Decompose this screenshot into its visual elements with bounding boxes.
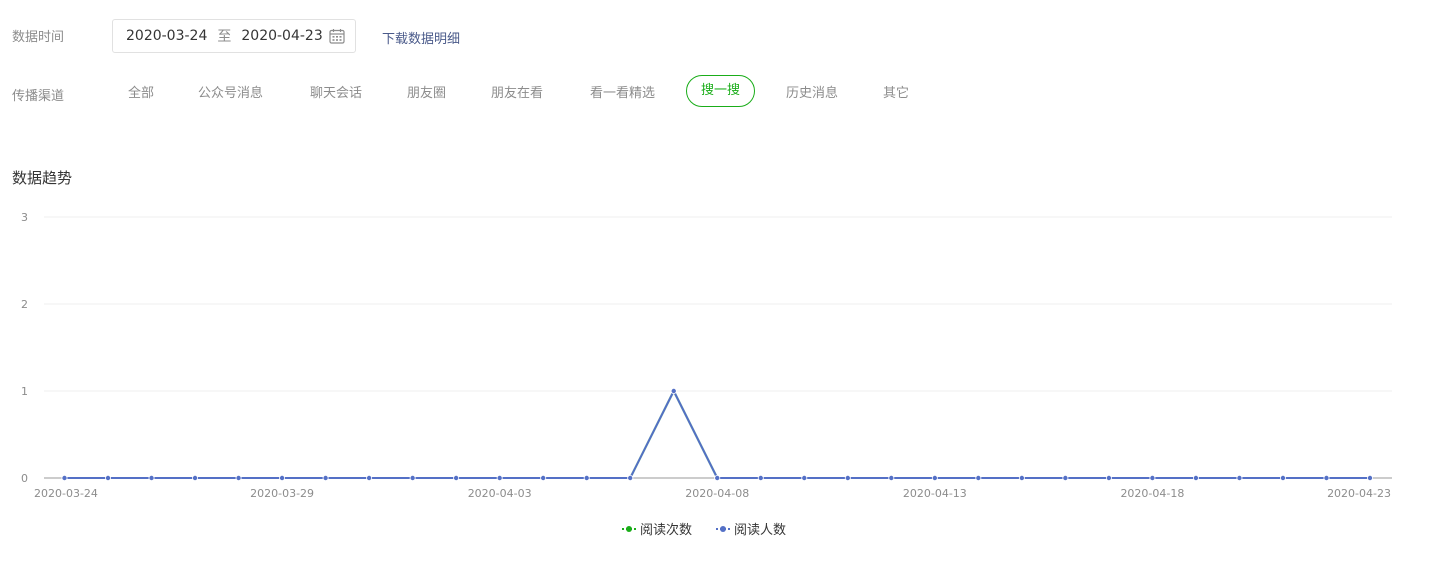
tab-search[interactable]: 搜一搜 [686,75,756,107]
y-tick-label: 0 [21,472,28,485]
calendar-icon[interactable] [329,28,345,44]
data-point-readers [1236,474,1243,481]
x-tick-label: 2020-04-23 [1327,487,1391,500]
data-point-readers [1105,474,1112,481]
data-point-readers [496,474,503,481]
data-point-readers [931,474,938,481]
y-tick-label: 1 [21,385,28,398]
legend-marker-reads [622,524,636,534]
data-point-readers [192,474,199,481]
tab-chat-sessions[interactable]: 聊天会话 [310,82,362,101]
data-point-readers [627,474,634,481]
data-point-readers [801,474,808,481]
date-end[interactable]: 2020-04-23 [241,28,322,44]
date-range-picker[interactable]: 2020-03-24 至 2020-04-23 [112,19,356,53]
data-point-readers [235,474,242,481]
data-point-readers [975,474,982,481]
series-line-reads [64,390,1370,479]
x-tick-label: 2020-04-08 [685,487,749,500]
legend-item-reads[interactable]: 阅读次数 [622,519,692,538]
tab-all[interactable]: 全部 [128,82,154,101]
data-point-readers [714,474,721,481]
data-point-readers [757,474,764,481]
download-details-link[interactable]: 下载数据明细 [382,28,460,47]
section-title: 数据趋势 [12,169,73,187]
data-point-readers [279,474,286,481]
data-point-readers [888,474,895,481]
data-point-readers [409,474,416,481]
data-point-readers [1367,474,1374,481]
trend-chart: 0 1 2 3 2020-03-24 2020-03-29 2020-04-03 2020-0… [21,211,1392,500]
data-point-readers [322,474,329,481]
data-point-readers [844,474,851,481]
tab-other[interactable]: 其它 [883,82,909,101]
series-line-readers [64,390,1370,479]
data-point-readers [61,474,68,481]
legend-label-readers: 阅读人数 [734,523,787,538]
channel-label: 传播渠道 [12,89,65,104]
data-point-readers [366,474,373,481]
legend-item-readers[interactable]: 阅读人数 [716,519,786,538]
tab-history-messages[interactable]: 历史消息 [786,82,838,101]
tab-friends-watching[interactable]: 朋友在看 [491,82,543,101]
y-tick-label: 2 [21,298,28,311]
legend-marker-readers [716,524,730,534]
x-tick-label: 2020-04-18 [1120,487,1184,500]
x-tick-label: 2020-03-29 [250,487,314,500]
date-separator: 至 [217,29,232,45]
data-point-readers [1192,474,1199,481]
y-tick-label: 3 [21,211,28,224]
tab-moments[interactable]: 朋友圈 [407,82,446,101]
data-point-readers [540,474,547,481]
data-point-readers [1323,474,1330,481]
data-point-readers [453,474,460,481]
data-point-readers [583,474,590,481]
x-tick-label: 2020-04-03 [468,487,532,500]
data-point-readers [1279,474,1286,481]
data-point-readers [1018,474,1025,481]
tab-official-account-messages[interactable]: 公众号消息 [198,82,263,101]
date-range-label: 数据时间 [12,30,65,45]
date-start[interactable]: 2020-03-24 [126,28,207,44]
data-point-readers [1149,474,1156,481]
tab-top-stories[interactable]: 看一看精选 [590,82,655,101]
data-point-readers [148,474,155,481]
x-tick-label: 2020-03-24 [34,487,98,500]
data-point-readers [1062,474,1069,481]
legend-label-reads: 阅读次数 [640,523,693,538]
data-point-readers [670,387,677,394]
x-tick-label: 2020-04-13 [903,487,967,500]
data-point-readers [105,474,112,481]
